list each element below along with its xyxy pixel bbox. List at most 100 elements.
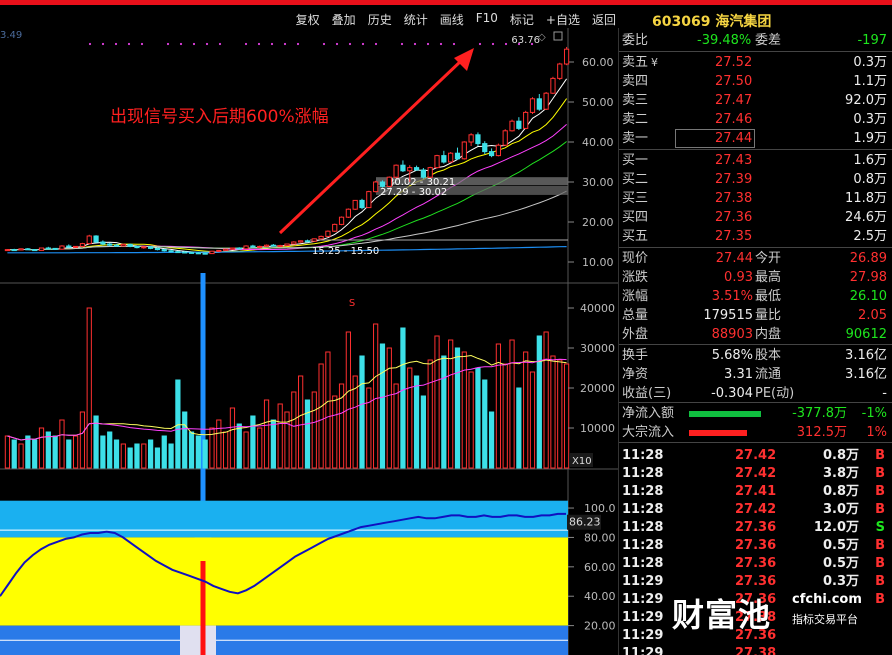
signal-dot <box>270 42 274 46</box>
stat-value: 0.93 <box>724 270 753 285</box>
candle-body <box>366 191 372 209</box>
tick-row: 11:28 27.41 0.8万 B <box>619 482 892 500</box>
volume-bar <box>127 447 133 469</box>
candle-body <box>270 244 276 247</box>
tick-row: 11:28 27.36 0.5万 B <box>619 536 892 554</box>
tick-time: 11:29 <box>622 610 664 625</box>
bid-row[interactable]: 买二 27.39 0.8万 <box>619 170 892 189</box>
candle-body <box>400 164 406 172</box>
ask-row[interactable]: 卖四 27.50 1.1万 <box>619 72 892 91</box>
indicator-signal-block <box>180 625 216 655</box>
volume-bar <box>45 431 51 469</box>
volume-bar <box>134 443 140 469</box>
bid-label: 买四 <box>622 210 649 225</box>
ma30-line <box>7 141 567 251</box>
weicha-label: 委差 <box>755 33 782 48</box>
candle-body <box>523 111 529 129</box>
fin-value-2: 3.16亿 <box>845 348 887 363</box>
indicator-axis-label: 60.00 <box>584 561 616 574</box>
bid-row[interactable]: 买三 27.38 11.8万 <box>619 189 892 208</box>
volume-bar <box>420 395 426 469</box>
watermark-slogan: 指标交易平台 <box>792 613 858 626</box>
candle-body <box>434 155 440 169</box>
volume-bar <box>86 307 92 469</box>
tick-price: 27.38 <box>735 646 777 655</box>
bid-label: 买五 <box>622 229 649 244</box>
fin-value-2: - <box>882 386 887 401</box>
volume-bar <box>25 435 31 469</box>
divider <box>619 247 892 248</box>
candle-body <box>475 134 481 145</box>
tick-price: 27.42 <box>735 466 777 481</box>
kline-chart-area[interactable]: 3.4960.0050.0040.0030.0020.0010.0030.02 … <box>0 28 618 655</box>
volume-bar <box>427 359 433 469</box>
tick-row: 11:28 27.36 12.0万 S <box>619 518 892 536</box>
candle-body <box>66 245 72 248</box>
candle-body <box>454 152 461 160</box>
menu-fuquan[interactable]: 复权 <box>296 11 320 28</box>
volume-bar <box>243 431 249 469</box>
menu-stats[interactable]: 统计 <box>404 11 428 28</box>
candle-body <box>236 247 242 250</box>
volume-bar <box>236 423 242 469</box>
signal-dot <box>400 42 404 46</box>
ask-price: 27.47 <box>715 93 753 108</box>
signal-dot <box>439 42 443 46</box>
candle-body <box>557 63 563 79</box>
ask-label: 卖四 <box>622 74 649 89</box>
candle-body <box>86 235 92 245</box>
ask-row[interactable]: 卖五 ¥27.52 0.3万 <box>619 53 892 72</box>
menu-mark[interactable]: 标记 <box>510 11 534 28</box>
menu-draw[interactable]: 画线 <box>440 11 464 28</box>
ask-price: 27.46 <box>715 112 753 127</box>
candle-body <box>209 250 215 255</box>
high-price-label: 63.76 <box>511 35 540 46</box>
menu-add-watchlist[interactable]: +自选 <box>546 11 580 28</box>
candle-body <box>11 249 17 252</box>
candle-body <box>332 223 338 232</box>
volume-axis-label: 10000 <box>580 422 615 435</box>
flow-label: 大宗流入 <box>622 425 675 440</box>
bid-row[interactable]: 买五 27.35 2.5万 <box>619 227 892 246</box>
volume-bar <box>325 351 331 469</box>
fin-label: 净资 <box>622 367 649 382</box>
stat-value: 179515 <box>703 308 753 323</box>
volume-bar <box>93 415 99 469</box>
volume-bar <box>18 443 24 469</box>
fin-value-2: 3.16亿 <box>845 367 887 382</box>
volume-bar <box>516 387 522 469</box>
candle-body <box>304 240 311 243</box>
volume-bar <box>311 391 317 469</box>
bid-row[interactable]: 买一 27.43 1.6万 <box>619 151 892 170</box>
fin-value: 3.31 <box>724 367 753 382</box>
weibi-value: -39.48% <box>697 33 752 48</box>
indicator-axis-label: 40.00 <box>584 590 616 603</box>
volume-bar <box>557 359 563 469</box>
tick-time: 11:28 <box>622 484 664 499</box>
menu-f10[interactable]: F10 <box>476 11 498 28</box>
divider <box>619 149 892 150</box>
tick-price: 27.36 <box>735 520 777 535</box>
menu-back[interactable]: 返回 <box>592 11 616 28</box>
candle-body <box>277 245 283 248</box>
volume-bar <box>386 347 392 469</box>
ask-row[interactable]: 卖二 27.46 0.3万 <box>619 110 892 129</box>
ask-row[interactable]: 卖一 27.44 1.9万 <box>619 129 892 148</box>
candle-body <box>495 144 502 157</box>
candle-body <box>345 208 351 218</box>
flow-pct: -1% <box>861 406 887 421</box>
volume-bar <box>168 443 174 469</box>
volume-bar <box>107 431 113 469</box>
bid-row[interactable]: 买四 27.36 24.6万 <box>619 208 892 227</box>
menu-overlay[interactable]: 叠加 <box>332 11 356 28</box>
flow-value: -377.8万 <box>792 406 847 421</box>
top-toolbar: 复权 叠加 历史 统计 画线 F10 标记 +自选 返回 603069 海汽集团 <box>0 0 892 30</box>
ask-row[interactable]: 卖三 27.47 92.0万 <box>619 91 892 110</box>
candle-body <box>291 241 297 245</box>
stat-label-2: 量比 <box>755 308 782 323</box>
bid-price: 27.35 <box>715 229 753 244</box>
candle-body <box>420 169 426 178</box>
menu-history[interactable]: 历史 <box>368 11 392 28</box>
bid-label: 买一 <box>622 153 649 168</box>
candle-body <box>427 167 433 178</box>
